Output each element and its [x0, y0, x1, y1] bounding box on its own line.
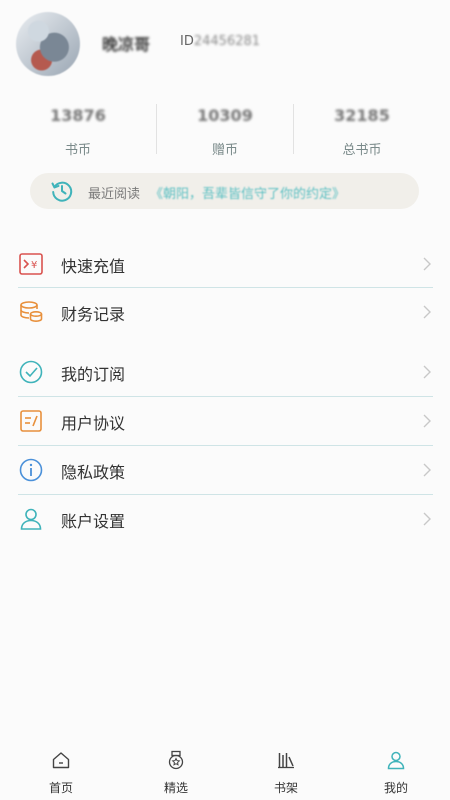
- user-icon: [20, 508, 42, 530]
- tab-featured[interactable]: 精选: [120, 740, 232, 800]
- recent-reading-label: 最近阅读: [88, 187, 141, 202]
- chevron-right-icon: [423, 414, 431, 428]
- bottom-tab-bar: 首页 精选 书架 我的: [0, 740, 450, 800]
- stat-divider: [156, 104, 157, 154]
- home-icon: [52, 752, 70, 769]
- svg-text:¥: ¥: [31, 260, 37, 271]
- medal-icon: [168, 750, 184, 770]
- recent-reading-bar[interactable]: 最近阅读 《朝阳，吾辈皆信守了你的约定》: [30, 173, 419, 209]
- recharge-icon: ¥: [19, 253, 43, 275]
- username: 晚凉哥: [102, 35, 151, 54]
- stat-label: 赠币: [211, 143, 238, 158]
- menu-item-finance[interactable]: 财务记录: [0, 288, 450, 336]
- subscription-check-icon: [19, 360, 43, 384]
- stat-book-coins[interactable]: 13876 书币: [3, 100, 153, 160]
- tab-label: 我的: [383, 781, 408, 795]
- stat-value: 10309: [197, 106, 253, 125]
- chevron-right-icon: [423, 305, 431, 319]
- tab-bookshelf[interactable]: 书架: [230, 740, 342, 800]
- menu-item-label: 财务记录: [61, 305, 126, 324]
- profile-icon: [387, 751, 405, 770]
- menu-item-privacy-policy[interactable]: 隐私政策: [0, 446, 450, 494]
- stat-divider: [293, 104, 294, 154]
- menu-item-recharge[interactable]: ¥ 快速充值: [0, 240, 450, 288]
- agreement-icon: [20, 410, 42, 432]
- stat-label: 书币: [64, 143, 91, 158]
- tab-label: 首页: [48, 781, 73, 795]
- menu-item-label: 快速充值: [61, 257, 126, 276]
- user-id-prefix: ID: [180, 34, 194, 49]
- info-icon: [19, 458, 43, 482]
- avatar[interactable]: [16, 12, 80, 76]
- menu-item-user-agreement[interactable]: 用户协议: [0, 397, 450, 445]
- tab-label: 精选: [163, 781, 188, 795]
- tab-home[interactable]: 首页: [5, 740, 117, 800]
- user-id: ID24456281: [180, 34, 260, 49]
- menu-item-label: 隐私政策: [61, 463, 126, 482]
- balance-stats: 13876 书币 10309 赠币 32185 总书币: [0, 100, 450, 160]
- profile-header[interactable]: 晚凉哥 ID24456281: [0, 0, 450, 90]
- chevron-right-icon: [423, 257, 431, 271]
- menu-item-label: 我的订阅: [61, 365, 126, 384]
- stat-gift-coins[interactable]: 10309 赠币: [150, 100, 300, 160]
- tab-mine[interactable]: 我的: [340, 740, 450, 800]
- chevron-right-icon: [423, 512, 431, 526]
- tab-label: 书架: [273, 781, 298, 795]
- chevron-right-icon: [423, 365, 431, 379]
- coins-icon: [20, 301, 43, 323]
- menu-item-label: 用户协议: [61, 414, 126, 433]
- chevron-right-icon: [423, 463, 431, 477]
- menu-item-account-settings[interactable]: 账户设置: [0, 495, 450, 543]
- stat-value: 13876: [50, 106, 106, 125]
- stat-value: 32185: [334, 106, 390, 125]
- stat-total-coins[interactable]: 32185 总书币: [287, 100, 437, 160]
- user-id-value: 24456281: [193, 34, 261, 49]
- menu-item-label: 账户设置: [61, 512, 126, 531]
- menu-item-subscriptions[interactable]: 我的订阅: [0, 348, 450, 396]
- history-icon: [51, 181, 73, 202]
- bookshelf-icon: [278, 753, 294, 769]
- stat-label: 总书币: [342, 143, 382, 158]
- recent-book-title[interactable]: 《朝阳，吾辈皆信守了你的约定》: [150, 183, 345, 202]
